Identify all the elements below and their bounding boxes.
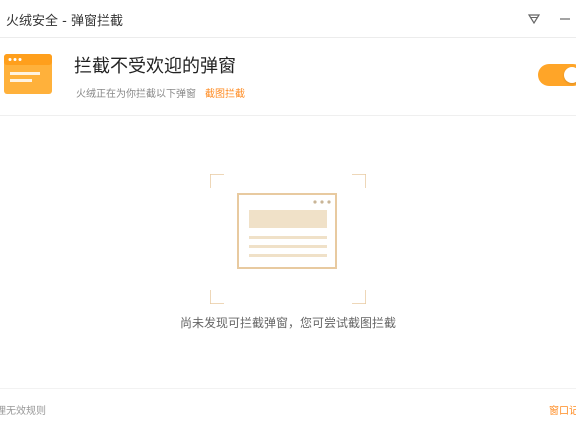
popup-record-link[interactable]: 窗口记 [549, 402, 576, 417]
toggle-knob [564, 67, 576, 83]
minimize-icon[interactable] [556, 10, 574, 28]
empty-state-illustration [209, 173, 367, 305]
diamond-menu-icon[interactable] [525, 10, 543, 28]
empty-state-message: 尚未发现可拦截弹窗，您可尝试截图拦截 [179, 316, 396, 330]
popup-block-toggle[interactable] [538, 64, 576, 86]
popup-list-area: 尚未发现可拦截弹窗，您可尝试截图拦截 [0, 116, 576, 388]
feature-description: 火绒正在为你拦截以下弹窗 [76, 89, 196, 100]
screenshot-block-link[interactable]: 截图拦截 [205, 85, 245, 100]
window-title: 火绒安全 - 弹窗拦截 [6, 14, 123, 29]
footer-bar: 理无效规则 窗口记 [0, 388, 576, 432]
title-bar: 火绒安全 - 弹窗拦截 [0, 0, 576, 38]
clean-invalid-rules-link[interactable]: 理无效规则 [0, 402, 46, 417]
feature-header: 拦截不受欢迎的弹窗 火绒正在为你拦截以下弹窗 截图拦截 [0, 38, 576, 116]
feature-title: 拦截不受欢迎的弹窗 [74, 56, 236, 77]
popup-window-icon [4, 54, 52, 94]
